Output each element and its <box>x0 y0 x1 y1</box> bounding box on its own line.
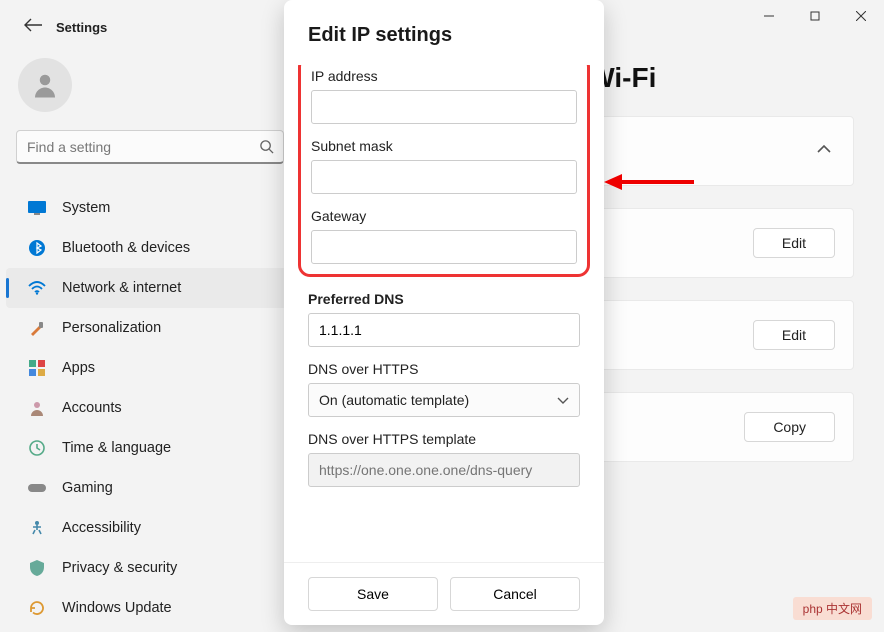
doh-value: On (automatic template) <box>319 392 469 408</box>
clock-icon <box>28 439 46 457</box>
close-button[interactable] <box>838 0 884 32</box>
account-icon <box>28 399 46 417</box>
sidebar-item-label: Privacy & security <box>62 560 177 576</box>
sidebar-item-update[interactable]: Windows Update <box>6 588 294 628</box>
sidebar-item-label: Gaming <box>62 480 113 496</box>
sidebar-item-network[interactable]: Network & internet <box>6 268 294 308</box>
dialog-title: Edit IP settings <box>308 24 580 47</box>
sidebar-item-label: Personalization <box>62 320 161 336</box>
system-icon <box>28 199 46 217</box>
sidebar-item-label: System <box>62 200 110 216</box>
minimize-button[interactable] <box>746 0 792 32</box>
avatar[interactable] <box>18 58 72 112</box>
shield-icon <box>28 559 46 577</box>
search-icon <box>259 139 274 159</box>
subnet-input[interactable] <box>311 160 577 194</box>
doh-label: DNS over HTTPS <box>308 361 580 377</box>
sidebar: System Bluetooth & devices Network & int… <box>0 0 300 632</box>
highlight-annotation: IP address Subnet mask Gateway <box>298 65 590 277</box>
save-button[interactable]: Save <box>308 577 438 611</box>
tmpl-input <box>308 453 580 487</box>
pdns-label: Preferred DNS <box>308 291 580 307</box>
gaming-icon <box>28 479 46 497</box>
pdns-input[interactable] <box>308 313 580 347</box>
sidebar-item-bluetooth[interactable]: Bluetooth & devices <box>6 228 294 268</box>
sidebar-item-label: Accessibility <box>62 520 141 536</box>
wifi-icon <box>28 279 46 297</box>
subnet-label: Subnet mask <box>311 138 577 154</box>
chevron-up-icon <box>817 141 831 159</box>
ip-input[interactable] <box>311 90 577 124</box>
sidebar-item-personalization[interactable]: Personalization <box>6 308 294 348</box>
sidebar-item-gaming[interactable]: Gaming <box>6 468 294 508</box>
cancel-button[interactable]: Cancel <box>450 577 580 611</box>
apps-icon <box>28 359 46 377</box>
sidebar-item-label: Network & internet <box>62 280 181 296</box>
ip-label: IP address <box>311 68 577 84</box>
sidebar-item-label: Time & language <box>62 440 171 456</box>
bluetooth-icon <box>28 239 46 257</box>
accessibility-icon <box>28 519 46 537</box>
sidebar-item-label: Accounts <box>62 400 122 416</box>
gateway-label: Gateway <box>311 208 577 224</box>
edit-ip-dialog: Edit IP settings IP address Subnet mask … <box>284 0 604 625</box>
sidebar-item-label: Windows Update <box>62 600 172 616</box>
sidebar-item-apps[interactable]: Apps <box>6 348 294 388</box>
maximize-button[interactable] <box>792 0 838 32</box>
copy-button[interactable]: Copy <box>744 412 835 442</box>
chevron-down-icon <box>557 392 569 408</box>
gateway-input[interactable] <box>311 230 577 264</box>
sidebar-item-privacy[interactable]: Privacy & security <box>6 548 294 588</box>
sidebar-item-accessibility[interactable]: Accessibility <box>6 508 294 548</box>
sidebar-item-time[interactable]: Time & language <box>6 428 294 468</box>
arrow-annotation <box>604 170 694 194</box>
edit-button[interactable]: Edit <box>753 320 835 350</box>
paint-icon <box>28 319 46 337</box>
watermark: php 中文网 <box>793 597 872 620</box>
sidebar-item-label: Bluetooth & devices <box>62 240 190 256</box>
sidebar-item-label: Apps <box>62 360 95 376</box>
sidebar-item-system[interactable]: System <box>6 188 294 228</box>
sidebar-item-accounts[interactable]: Accounts <box>6 388 294 428</box>
update-icon <box>28 599 46 617</box>
search-input[interactable] <box>16 130 284 164</box>
edit-button[interactable]: Edit <box>753 228 835 258</box>
doh-select[interactable]: On (automatic template) <box>308 383 580 417</box>
tmpl-label: DNS over HTTPS template <box>308 431 580 447</box>
